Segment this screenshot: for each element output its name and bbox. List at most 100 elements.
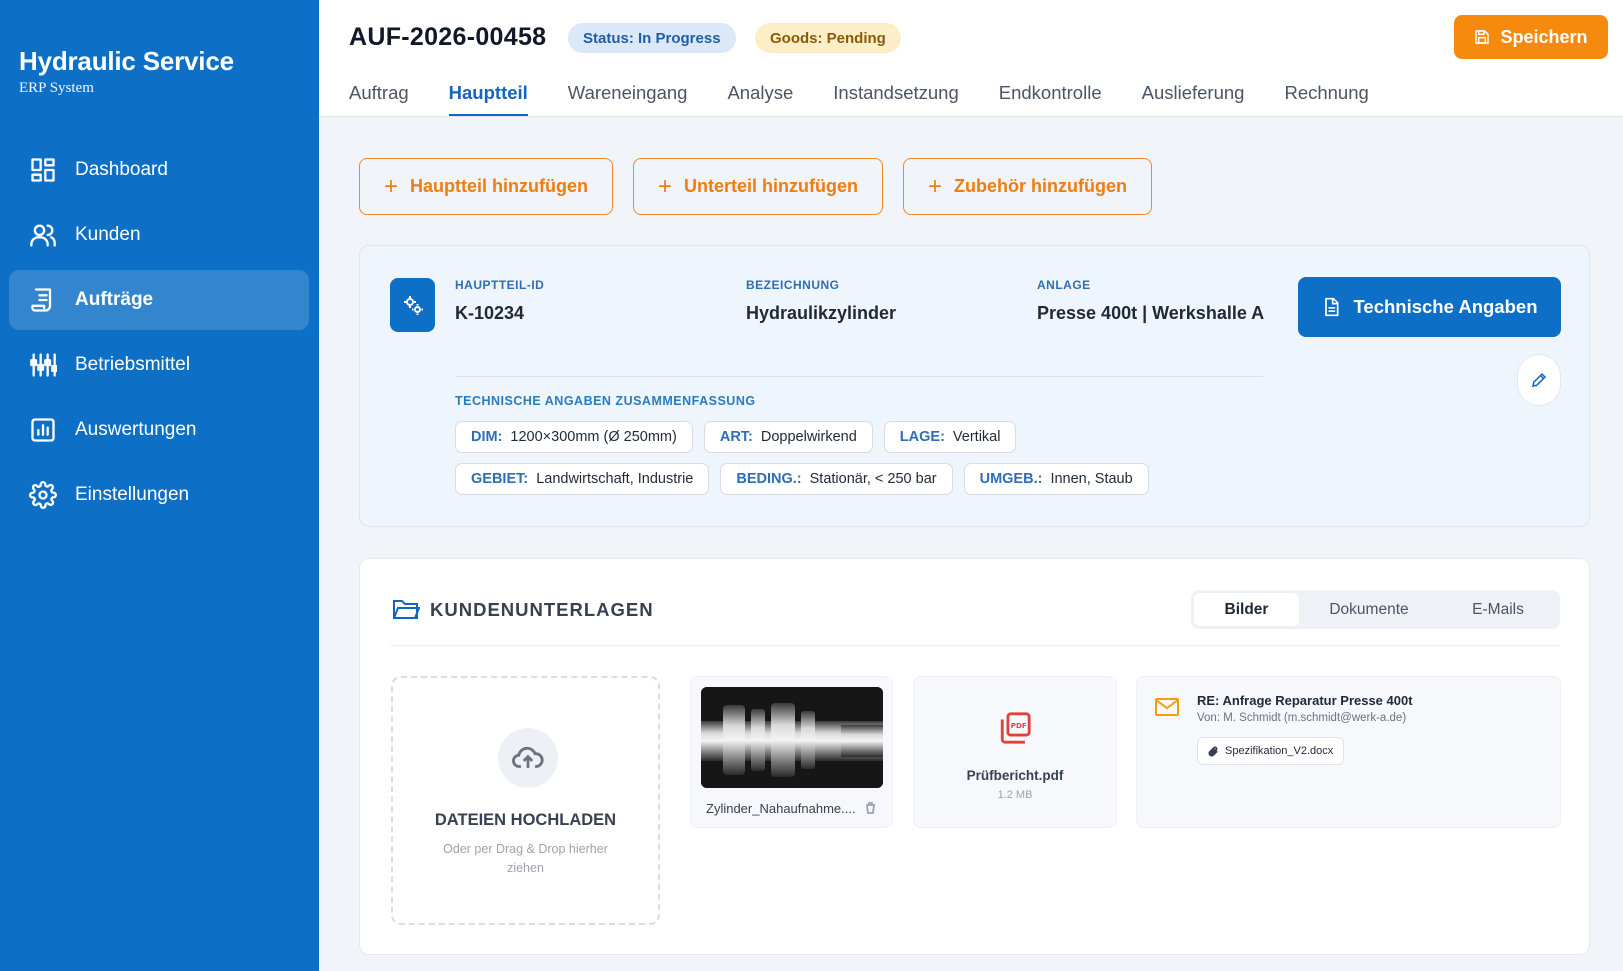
chip-key: ART: (719, 429, 753, 445)
tab-auftrag[interactable]: Auftrag (349, 82, 409, 116)
email-subject: RE: Anfrage Reparatur Presse 400t (1197, 693, 1413, 708)
attachment-name: Spezifikation_V2.docx (1225, 745, 1334, 757)
tab-analyse[interactable]: Analyse (727, 82, 793, 116)
folder-icon (392, 597, 421, 626)
upload-title: DATEIEN HOCHLADEN (434, 811, 617, 829)
save-label: Speichern (1500, 26, 1588, 47)
plant-value: Presse 400t | Werkshalle A (1037, 303, 1265, 323)
chip-key: DIM: (471, 429, 503, 445)
edit-button[interactable] (1517, 354, 1561, 406)
image-file-card[interactable]: Zylinder_Nahaufnahme.... (690, 676, 893, 828)
brand-subtitle: ERP System (19, 80, 94, 96)
sidebar-item-einstellungen[interactable]: Einstellungen (9, 465, 309, 525)
tab-auslieferung[interactable]: Auslieferung (1142, 82, 1245, 116)
chip-value: Landwirtschaft, Industrie (536, 471, 694, 487)
tab-bilder[interactable]: Bilder (1194, 593, 1299, 626)
tab-endkontrolle[interactable]: Endkontrolle (999, 82, 1102, 116)
gear-icon (29, 481, 57, 509)
tab-instandsetzung[interactable]: Instandsetzung (833, 82, 958, 116)
equipment-icon (29, 351, 57, 379)
users-icon (29, 221, 57, 249)
customer-documents-card: KUNDENUNTERLAGEN Bilder Dokumente E-Mail… (359, 558, 1590, 955)
sidebar: Hydraulic Service ERP System Dashboard K… (0, 0, 319, 971)
brand-title: Hydraulic Service (19, 46, 234, 76)
tech-summary-label: TECHNISCHE ANGABEN ZUSAMMENFASSUNG (455, 394, 756, 408)
part-name-value: Hydraulikzylinder (746, 303, 897, 323)
sidebar-item-label: Kunden (75, 224, 141, 245)
sidebar-item-betriebsmittel[interactable]: Betriebsmittel (9, 335, 309, 395)
image-file-name: Zylinder_Nahaufnahme.... (706, 801, 856, 816)
cylinder-image (701, 687, 883, 788)
sidebar-item-auftraege[interactable]: Aufträge (9, 270, 309, 330)
email-card[interactable]: RE: Anfrage Reparatur Presse 400t Von: M… (1136, 676, 1561, 828)
spec-chip-art: ART: Doppelwirkend (703, 421, 873, 453)
chip-key: LAGE: (899, 429, 945, 445)
sidebar-item-dashboard[interactable]: Dashboard (9, 140, 309, 200)
pdf-icon: PDF (998, 711, 1032, 750)
main-part-card: HAUPTTEIL-ID K-10234 BEZEICHNUNG Hydraul… (359, 245, 1590, 527)
sidebar-nav: Dashboard Kunden Aufträge Betriebsmittel… (9, 140, 309, 530)
technical-details-label: Technische Angaben (1353, 296, 1538, 317)
tab-emails[interactable]: E-Mails (1439, 593, 1557, 626)
save-button[interactable]: Speichern (1454, 15, 1608, 59)
add-accessory-button[interactable]: + Zubehör hinzufügen (903, 158, 1152, 215)
paperclip-icon (1208, 746, 1218, 757)
pdf-file-name: Prüfbericht.pdf (966, 768, 1064, 783)
pdf-file-size: 1.2 MB (997, 789, 1033, 801)
brand: Hydraulic Service ERP System (19, 46, 234, 97)
sidebar-item-label: Aufträge (75, 289, 154, 310)
part-name-label: BEZEICHNUNG (746, 278, 840, 292)
tab-bar: Auftrag Hauptteil Wareneingang Analyse I… (349, 82, 1409, 116)
status-badge: Status: In Progress (568, 23, 736, 53)
part-gear-icon (390, 278, 435, 332)
divider (455, 376, 1263, 377)
sidebar-item-label: Einstellungen (75, 484, 190, 505)
chip-value: Innen, Staub (1050, 471, 1133, 487)
part-id-label: HAUPTTEIL-ID (455, 278, 545, 292)
chip-value: Doppelwirkend (760, 429, 857, 445)
sidebar-item-label: Dashboard (75, 159, 168, 180)
part-id-value: K-10234 (455, 303, 525, 323)
sidebar-item-auswertungen[interactable]: Auswertungen (9, 400, 309, 460)
svg-text:PDF: PDF (1011, 721, 1027, 730)
add-main-part-button[interactable]: + Hauptteil hinzufügen (359, 158, 613, 215)
plus-icon: + (928, 172, 943, 200)
trash-icon[interactable] (865, 801, 876, 819)
chip-key: UMGEB.: (979, 471, 1043, 487)
chip-row: GEBIET: Landwirtschaft, Industrie BEDING.… (455, 463, 1160, 495)
chip-row: DIM: 1200×300mm (Ø 250mm) ART: Doppelwirke… (455, 421, 1027, 453)
technical-details-button[interactable]: Technische Angaben (1298, 277, 1561, 337)
orders-icon (29, 286, 57, 314)
spec-chip-gebiet: GEBIET: Landwirtschaft, Industrie (455, 463, 710, 495)
goods-badge: Goods: Pending (755, 23, 901, 53)
pencil-icon (1532, 372, 1547, 387)
add-sub-part-button[interactable]: + Unterteil hinzufügen (633, 158, 883, 215)
tab-hauptteil[interactable]: Hauptteil (448, 82, 528, 116)
add-sub-part-label: Unterteil hinzufügen (684, 176, 858, 196)
spec-chip-lage: LAGE: Vertikal (883, 421, 1017, 453)
email-attachment[interactable]: Spezifikation_V2.docx (1197, 737, 1345, 765)
spec-chip-beding: BEDING.: Stationär, < 250 bar (720, 463, 953, 495)
plus-icon: + (384, 172, 399, 200)
plus-icon: + (657, 172, 672, 200)
sidebar-item-kunden[interactable]: Kunden (9, 205, 309, 265)
add-main-part-label: Hauptteil hinzufügen (410, 176, 588, 196)
chart-icon (29, 416, 57, 444)
chip-key: BEDING.: (736, 471, 802, 487)
header: AUF-2026-00458 Status: In Progress Goods… (319, 0, 1623, 117)
chip-value: 1200×300mm (Ø 250mm) (510, 429, 677, 445)
sidebar-item-label: Betriebsmittel (75, 354, 191, 375)
tab-rechnung[interactable]: Rechnung (1284, 82, 1368, 116)
chip-value: Vertikal (952, 429, 1001, 445)
documents-segmented-control: Bilder Dokumente E-Mails (1191, 590, 1560, 629)
documents-title: KUNDENUNTERLAGEN (430, 599, 654, 620)
document-icon (1325, 297, 1339, 317)
upload-dropzone[interactable]: DATEIEN HOCHLADEN Oder per Drag & Drop h… (391, 676, 660, 925)
pdf-file-card[interactable]: PDF Prüfbericht.pdf 1.2 MB (913, 676, 1117, 828)
tab-dokumente[interactable]: Dokumente (1299, 593, 1439, 626)
tab-wareneingang[interactable]: Wareneingang (568, 82, 688, 116)
sidebar-item-label: Auswertungen (75, 419, 197, 440)
spec-chip-dim: DIM: 1200×300mm (Ø 250mm) (455, 421, 693, 453)
mail-icon (1154, 696, 1180, 723)
email-sender: Von: M. Schmidt (m.schmidt@werk-a.de) (1197, 712, 1407, 724)
